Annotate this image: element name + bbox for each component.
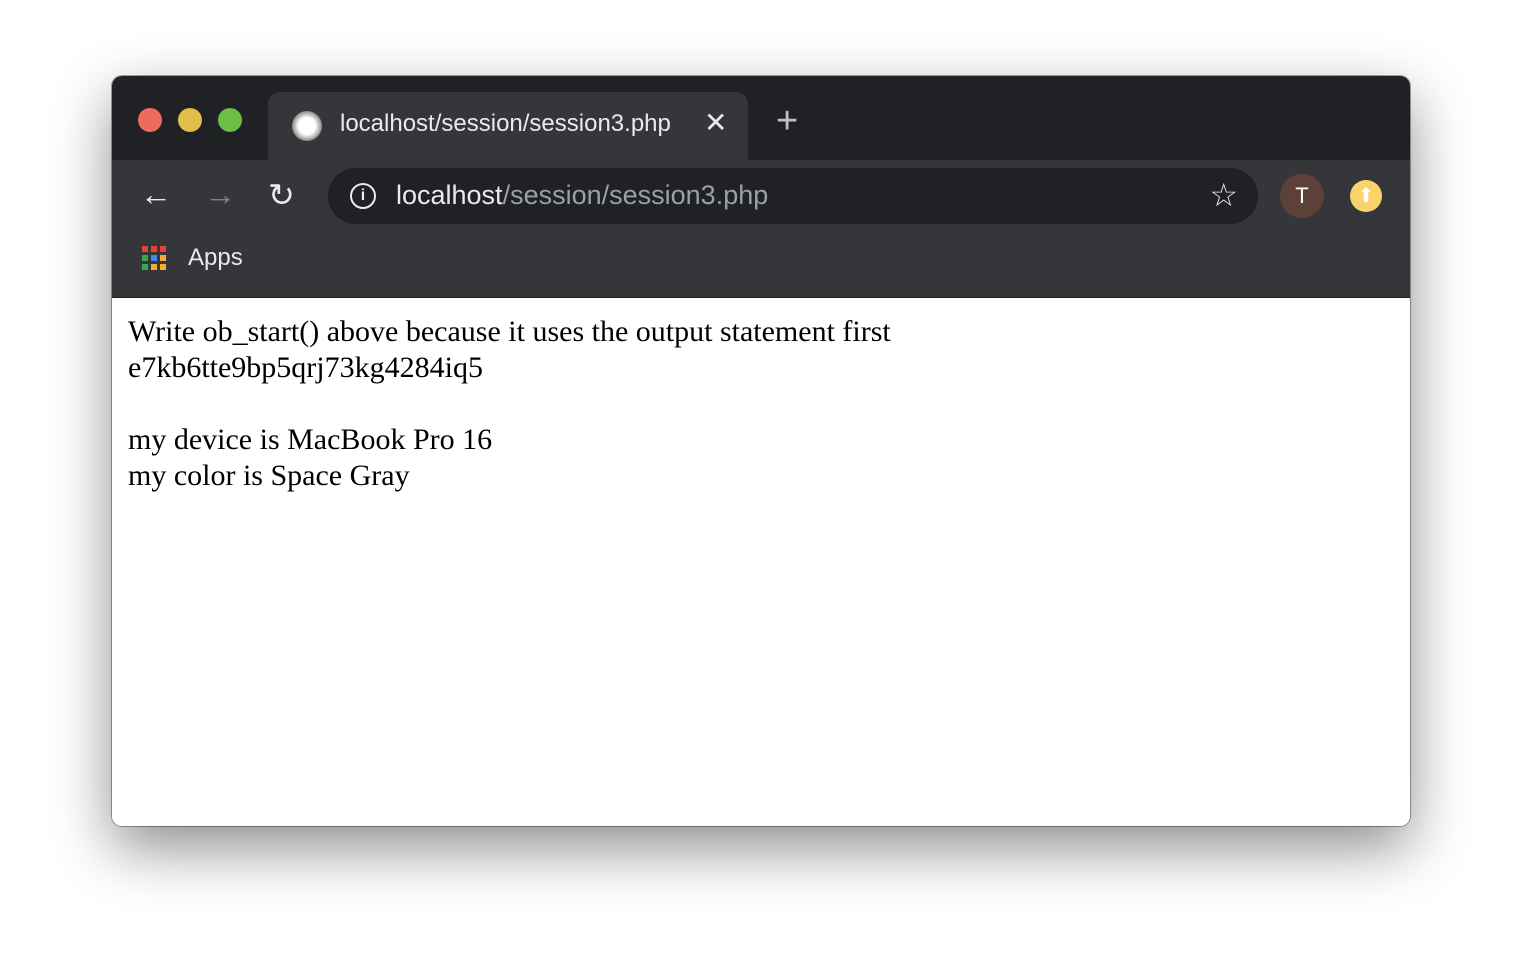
server-icon: [292, 111, 322, 141]
page-content: Write ob_start() above because it uses t…: [112, 298, 1410, 826]
browser-window: localhost/session/session3.php ✕ + ← → ↻…: [112, 76, 1410, 826]
toolbar: ← → ↻ i localhost/session/session3.php ☆…: [112, 160, 1410, 298]
color-line: my color is Space Gray: [128, 459, 410, 492]
url-path: /session/session3.php: [502, 180, 769, 210]
back-icon[interactable]: ←: [140, 176, 172, 213]
apps-grid-icon[interactable]: [142, 246, 166, 270]
tab-active[interactable]: localhost/session/session3.php ✕: [268, 92, 748, 160]
url-text[interactable]: localhost/session/session3.php: [396, 180, 768, 211]
bookmark-star-icon[interactable]: ☆: [1209, 176, 1238, 214]
url-host: localhost: [396, 180, 503, 210]
device-line: my device is MacBook Pro 16: [128, 423, 493, 456]
session-id: e7kb6tte9bp5qrj73kg4284iq5: [128, 351, 483, 384]
minimize-window-button[interactable]: [178, 108, 202, 132]
update-arrow-icon[interactable]: ⬆: [1350, 180, 1382, 212]
apps-bookmark[interactable]: Apps: [188, 244, 243, 272]
reload-icon[interactable]: ↻: [268, 176, 295, 214]
avatar[interactable]: T: [1280, 174, 1324, 218]
forward-icon[interactable]: →: [204, 176, 236, 213]
maximize-window-button[interactable]: [218, 108, 242, 132]
info-icon[interactable]: i: [350, 183, 376, 209]
content-line: Write ob_start() above because it uses t…: [128, 315, 891, 348]
tab-title: localhost/session/session3.php: [340, 110, 671, 137]
new-tab-button[interactable]: +: [776, 102, 798, 140]
close-window-button[interactable]: [138, 108, 162, 132]
tab-bar: localhost/session/session3.php ✕ +: [112, 76, 1410, 160]
close-tab-icon[interactable]: ✕: [704, 106, 727, 139]
address-bar[interactable]: i localhost/session/session3.php ☆: [328, 168, 1258, 224]
